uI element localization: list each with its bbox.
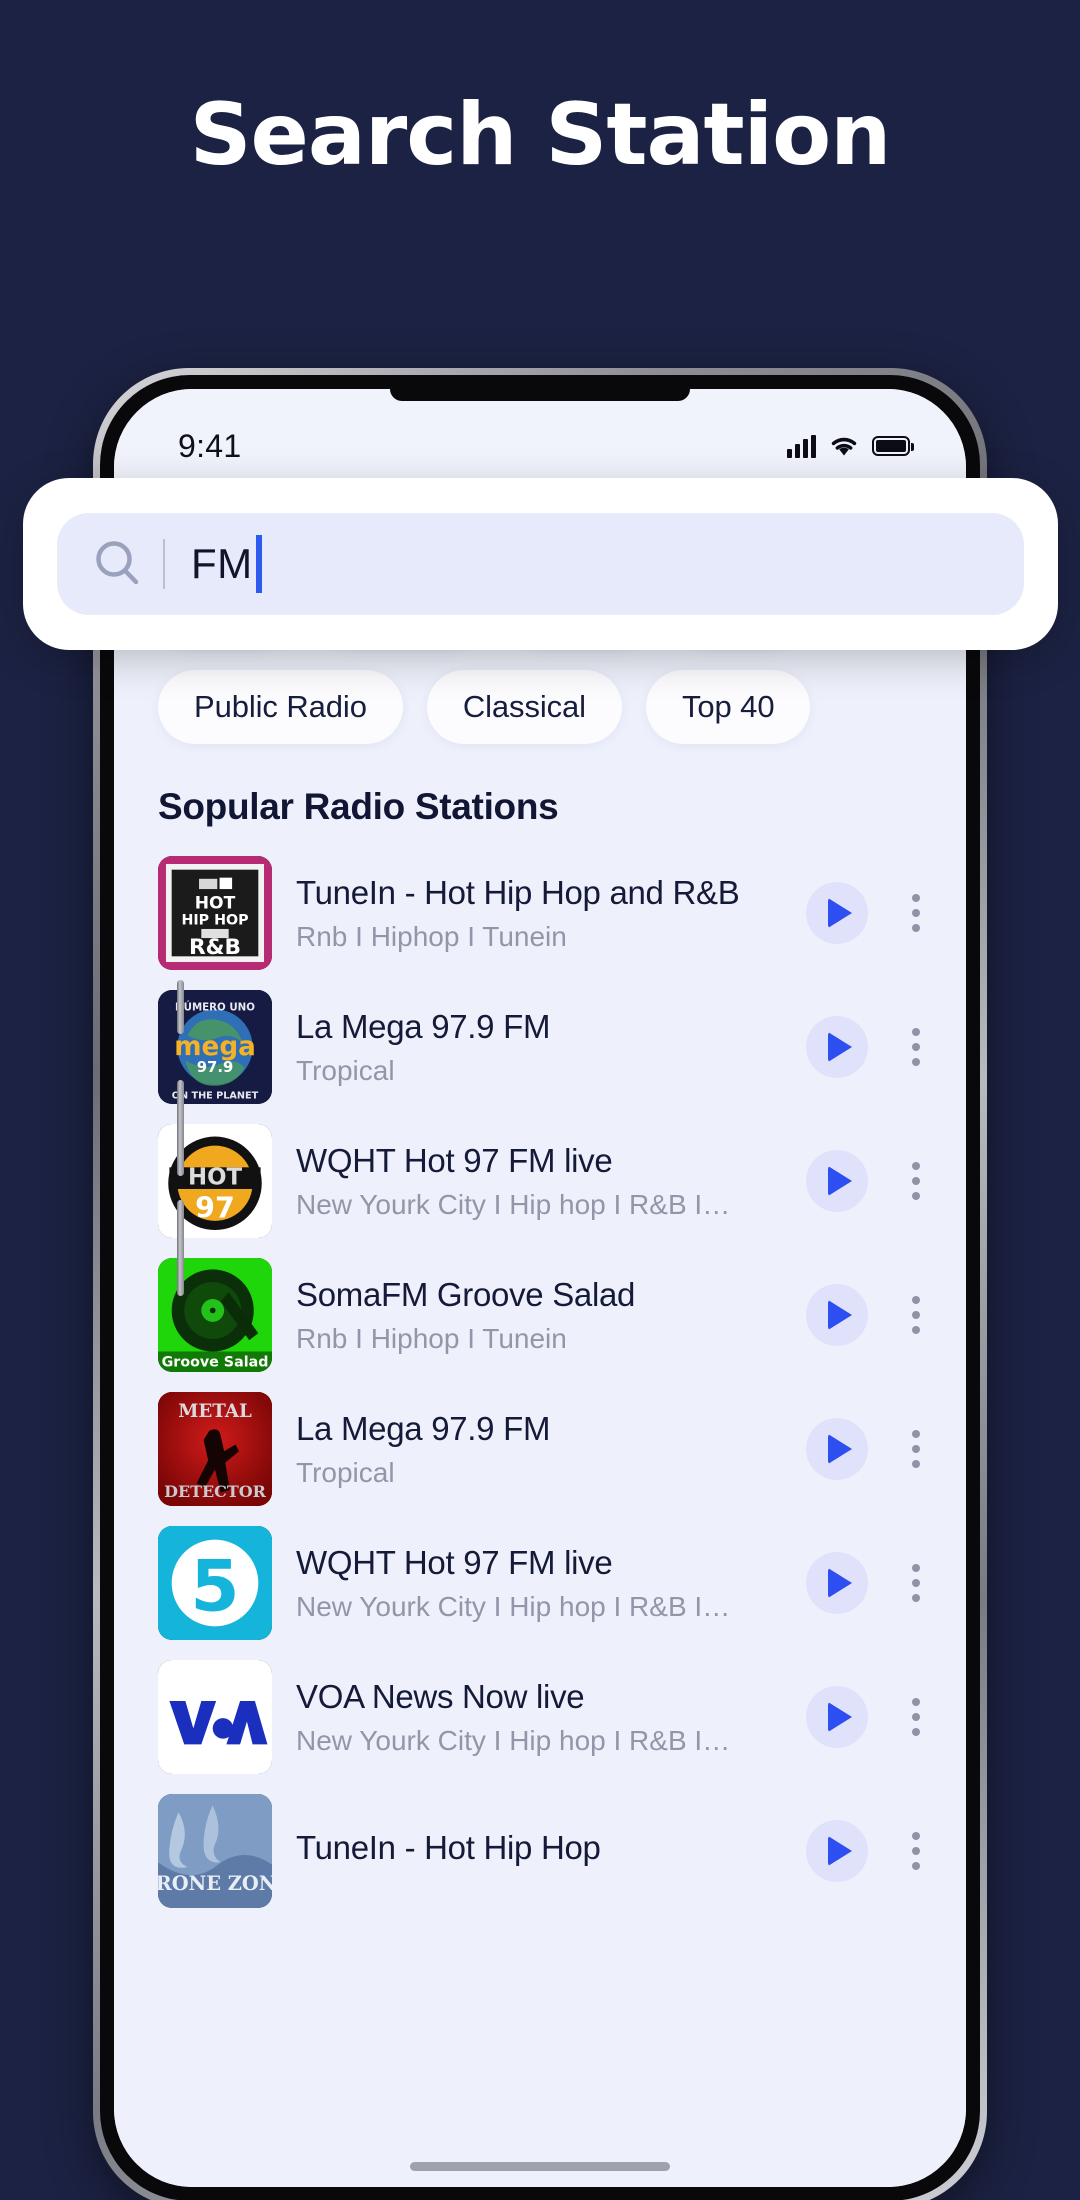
station-title: VOA News Now live [296, 1677, 585, 1715]
battery-full-icon [872, 436, 914, 456]
play-icon[interactable] [806, 1150, 868, 1212]
more-vertical-icon[interactable] [892, 894, 932, 932]
text-caret [255, 535, 262, 593]
play-icon[interactable] [806, 1016, 868, 1078]
tunein-hot-hip-hop-rnb-artwork: HOT HIP HOP R&B [158, 856, 272, 970]
svg-text:HOT: HOT [188, 1164, 242, 1190]
groove-salad-artwork: Groove Salad [158, 1258, 272, 1372]
svg-text:ON THE PLANET: ON THE PLANET [172, 1090, 259, 1101]
svg-text:97.9: 97.9 [197, 1059, 234, 1076]
station-subtitle: New Yourk City I Hip hop I R&B I U... [296, 1189, 736, 1221]
station-text: TuneIn - Hot Hip Hop and R&B Rnb I Hipho… [296, 872, 782, 954]
more-vertical-icon[interactable] [892, 1430, 932, 1468]
station-title: TuneIn - Hot Hip Hop and R&B [296, 873, 740, 911]
la-mega-979-artwork: NÚMERO UNO mega 97.9 ON THE PLANET [158, 990, 272, 1104]
station-text: SomaFM Groove Salad Rnb I Hiphop I Tunei… [296, 1274, 782, 1356]
more-vertical-icon[interactable] [892, 1162, 932, 1200]
wifi-icon [831, 437, 857, 455]
station-list-item[interactable]: NÚMERO UNO mega 97.9 ON THE PLANET La Me… [114, 980, 966, 1114]
play-icon[interactable] [806, 1820, 868, 1882]
volume-up-button[interactable] [177, 1080, 184, 1176]
station-text: TuneIn - Hot Hip Hop [296, 1827, 782, 1874]
station-text: La Mega 97.9 FM Tropical [296, 1408, 782, 1490]
station-text: La Mega 97.9 FM Tropical [296, 1006, 782, 1088]
cellular-bars-icon [787, 434, 816, 458]
svg-text:R&B: R&B [189, 935, 241, 960]
svg-text:97: 97 [195, 1191, 235, 1224]
station-subtitle: Tropical [296, 1457, 395, 1489]
home-indicator [410, 2162, 670, 2171]
station-text: WQHT Hot 97 FM live New Yourk City I Hip… [296, 1140, 782, 1222]
svg-text:DETECTOR: DETECTOR [164, 1482, 266, 1501]
search-overlay-card: FM [23, 478, 1058, 650]
svg-text:Groove Salad: Groove Salad [162, 1354, 269, 1370]
svg-text:DRONE ZONE: DRONE ZONE [158, 1872, 272, 1895]
station-subtitle: New Yourk City I Hip hop I R&B I U... [296, 1725, 736, 1757]
svg-text:METAL: METAL [178, 1401, 252, 1422]
volume-down-button[interactable] [177, 1200, 184, 1296]
station-list: HOT HIP HOP R&B TuneIn - Hot Hip Hop and… [114, 828, 966, 1918]
status-bar: 9:41 [114, 389, 966, 481]
more-vertical-icon[interactable] [892, 1564, 932, 1602]
more-vertical-icon[interactable] [892, 1028, 932, 1066]
search-divider [163, 539, 165, 589]
phone-notch [390, 389, 690, 401]
search-screen-content[interactable]: Trending Search POP Newas Rock Talk Publ… [114, 481, 966, 2187]
station-subtitle: Rnb I Hiphop I Tunein [296, 1323, 567, 1355]
svg-text:HIP HOP: HIP HOP [181, 912, 248, 928]
station-title: WQHT Hot 97 FM live [296, 1141, 613, 1179]
status-bar-time: 9:41 [178, 427, 242, 464]
search-icon [91, 537, 155, 591]
play-icon[interactable] [806, 1284, 868, 1346]
station-list-item[interactable]: Groove Salad SomaFM Groove Salad Rnb I H… [114, 1248, 966, 1382]
station-list-item[interactable]: HOT HIP HOP R&B TuneIn - Hot Hip Hop and… [114, 846, 966, 980]
station-title: La Mega 97.9 FM [296, 1409, 551, 1447]
svg-text:HOT: HOT [195, 893, 236, 913]
page-title: Search Station [189, 85, 892, 185]
phone-screen: 9:41 Trending Search POP Newas [114, 389, 966, 2187]
station-title: TuneIn - Hot Hip Hop [296, 1829, 601, 1867]
svg-text:mega: mega [174, 1032, 256, 1062]
status-bar-icons [787, 434, 914, 458]
station-subtitle: New Yourk City I Hip hop I R&B I U... [296, 1591, 736, 1623]
svg-text:NÚMERO UNO: NÚMERO UNO [175, 1001, 255, 1014]
metal-detector-artwork: METAL DETECTOR [158, 1392, 272, 1506]
station-title: WQHT Hot 97 FM live [296, 1543, 613, 1581]
station-title: SomaFM Groove Salad [296, 1275, 636, 1313]
channel-5-artwork: 5 [158, 1526, 272, 1640]
more-vertical-icon[interactable] [892, 1832, 932, 1870]
play-icon[interactable] [806, 1552, 868, 1614]
popular-stations-title: Sopular Radio Stations [158, 786, 559, 827]
more-vertical-icon[interactable] [892, 1698, 932, 1736]
more-vertical-icon[interactable] [892, 1296, 932, 1334]
mute-switch[interactable] [177, 980, 184, 1034]
svg-text:5: 5 [190, 1544, 239, 1627]
chip-public-radio[interactable]: Public Radio [158, 670, 403, 744]
station-list-item[interactable]: METAL DETECTOR La Mega 97.9 FM Tropical [114, 1382, 966, 1516]
station-list-item[interactable]: DRONE ZONE TuneIn - Hot Hip Hop [114, 1784, 966, 1918]
search-input-value[interactable]: FM [191, 540, 253, 588]
station-list-item[interactable]: VOA News Now live New Yourk City I Hip h… [114, 1650, 966, 1784]
drone-zone-artwork: DRONE ZONE [158, 1794, 272, 1908]
station-title: La Mega 97.9 FM [296, 1007, 551, 1045]
hot-97-artwork: HOT 97 [158, 1124, 272, 1238]
play-icon[interactable] [806, 1418, 868, 1480]
play-icon[interactable] [806, 1686, 868, 1748]
station-text: WQHT Hot 97 FM live New Yourk City I Hip… [296, 1542, 782, 1624]
voa-artwork [158, 1660, 272, 1774]
station-text: VOA News Now live New Yourk City I Hip h… [296, 1676, 782, 1758]
play-icon[interactable] [806, 882, 868, 944]
chip-classical[interactable]: Classical [426, 670, 622, 744]
search-input[interactable]: FM [57, 513, 1024, 615]
station-subtitle: Tropical [296, 1055, 395, 1087]
station-list-item[interactable]: 5 WQHT Hot 97 FM live New Yourk City I H… [114, 1516, 966, 1650]
chip-top-40[interactable]: Top 40 [645, 670, 811, 744]
station-subtitle: Rnb I Hiphop I Tunein [296, 921, 567, 953]
station-list-item[interactable]: HOT 97 WQHT Hot 97 FM live New Yourk Cit… [114, 1114, 966, 1248]
